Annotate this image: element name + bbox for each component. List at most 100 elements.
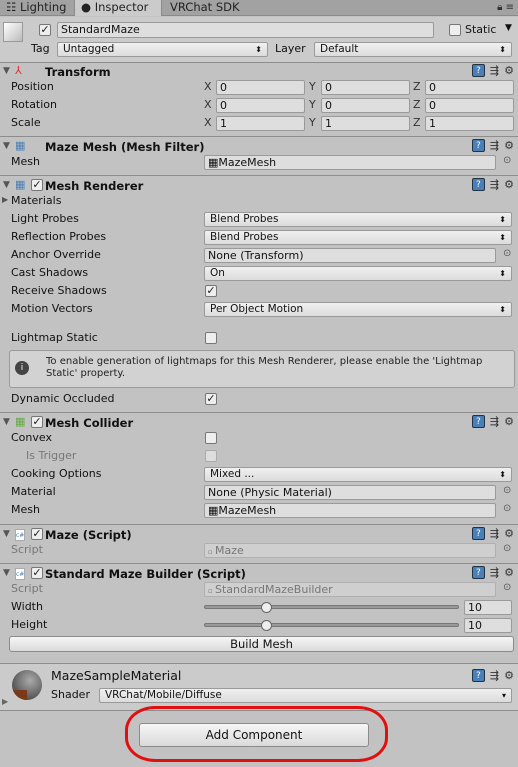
expand-icon[interactable]: ▶ — [2, 697, 8, 706]
height-slider-handle[interactable] — [261, 620, 272, 631]
preset-icon[interactable]: ⇶ — [490, 64, 499, 77]
dynamic-occluded-checkbox[interactable]: ✓ — [205, 393, 217, 405]
tab-lighting[interactable]: ☷ Lighting — [0, 0, 72, 16]
width-slider-handle[interactable] — [261, 602, 272, 613]
position-z-input[interactable]: 0 — [425, 80, 514, 95]
object-picker-icon[interactable]: ⊙ — [503, 155, 511, 166]
help-icon[interactable]: ? — [471, 527, 485, 540]
object-picker-icon[interactable]: ⊙ — [503, 485, 511, 496]
maze-builder-header[interactable]: ▼ c# ✓ Standard Maze Builder (Script) ? ⇶… — [0, 565, 518, 583]
cast-shadows-dropdown[interactable]: On ⬍ — [204, 266, 512, 281]
gameobject-icon[interactable] — [3, 22, 23, 42]
light-probes-dropdown[interactable]: Blend Probes ⬍ — [204, 212, 512, 227]
build-mesh-button[interactable]: Build Mesh — [9, 636, 514, 652]
enabled-checkbox[interactable]: ✓ — [31, 528, 43, 540]
object-picker-icon[interactable]: ⊙ — [503, 582, 511, 593]
preset-icon[interactable]: ⇶ — [490, 415, 499, 428]
help-icon[interactable]: ? — [471, 178, 485, 191]
active-checkbox[interactable]: ✓ — [39, 24, 51, 36]
expand-icon[interactable]: ▶ — [2, 195, 8, 204]
gear-icon[interactable]: ⚙ — [504, 64, 514, 77]
help-icon[interactable]: ? — [471, 139, 485, 152]
height-input[interactable]: 10 — [464, 618, 512, 633]
enabled-checkbox[interactable]: ✓ — [31, 416, 43, 428]
mesh-filter-header[interactable]: ▼ ▦ Maze Mesh (Mesh Filter) ? ⇶ ⚙ — [0, 138, 518, 156]
gear-icon[interactable]: ⚙ — [504, 415, 514, 428]
lightmap-static-checkbox[interactable] — [205, 332, 217, 344]
enabled-checkbox[interactable]: ✓ — [31, 567, 43, 579]
mesh-renderer-header[interactable]: ▼ ▦ ✓ Mesh Renderer ? ⇶ ⚙ — [0, 177, 518, 195]
scale-z-input[interactable]: 1 — [425, 116, 514, 131]
is-trigger-label: Is Trigger — [26, 449, 77, 462]
lock-icon[interactable]: 🔒︎ ≡ — [497, 2, 514, 13]
mesh-collider-header[interactable]: ▼ ▦ ✓ Mesh Collider ? ⇶ ⚙ — [0, 414, 518, 432]
reflection-probes-dropdown[interactable]: Blend Probes ⬍ — [204, 230, 512, 245]
layer-dropdown[interactable]: Default ⬍ — [314, 42, 512, 57]
motion-vectors-dropdown[interactable]: Per Object Motion ⬍ — [204, 302, 512, 317]
collider-mesh-field[interactable]: ▦MazeMesh — [204, 503, 496, 518]
tag-dropdown[interactable]: Untagged ⬍ — [57, 42, 268, 57]
rotation-y-input[interactable]: 0 — [321, 98, 410, 113]
maze-script-header[interactable]: ▼ c# ✓ Maze (Script) ? ⇶ ⚙ — [0, 526, 518, 544]
collapse-icon[interactable]: ▼ — [3, 66, 10, 76]
transform-header[interactable]: ▼ ⅄ Transform ? ⇶ ⚙ — [0, 63, 518, 81]
collapse-icon[interactable]: ▼ — [3, 417, 10, 427]
gear-icon[interactable]: ⚙ — [504, 669, 514, 682]
tab-vrchat-sdk[interactable]: VRChat SDK — [164, 0, 246, 16]
tab-inspector[interactable]: ● Inspector — [74, 0, 162, 16]
cooking-options-dropdown[interactable]: Mixed ... ⬍ — [204, 467, 512, 482]
updown-icon: ⬍ — [499, 45, 506, 54]
preset-icon[interactable]: ⇶ — [490, 669, 499, 682]
position-y-input[interactable]: 0 — [321, 80, 410, 95]
anchor-override-field[interactable]: None (Transform) — [204, 248, 496, 263]
physic-material-field[interactable]: None (Physic Material) — [204, 485, 496, 500]
preset-icon[interactable]: ⇶ — [490, 527, 499, 540]
material-label: Material — [11, 485, 56, 498]
shader-dropdown[interactable]: VRChat/Mobile/Diffuse ▾ — [99, 688, 512, 703]
updown-icon: ⬍ — [499, 233, 506, 242]
collapse-icon[interactable]: ▼ — [3, 529, 10, 539]
gear-icon[interactable]: ⚙ — [504, 178, 514, 191]
gear-icon[interactable]: ⚙ — [504, 527, 514, 540]
divider — [0, 175, 518, 176]
object-picker-icon[interactable]: ⊙ — [503, 543, 511, 554]
preset-icon[interactable]: ⇶ — [490, 139, 499, 152]
preset-icon[interactable]: ⇶ — [490, 178, 499, 191]
position-x-input[interactable]: 0 — [216, 80, 305, 95]
width-input[interactable]: 10 — [464, 600, 512, 615]
gear-icon[interactable]: ⚙ — [504, 566, 514, 579]
materials-foldout[interactable]: Materials — [11, 193, 61, 209]
object-picker-icon[interactable]: ⊙ — [503, 503, 511, 514]
preset-icon[interactable]: ⇶ — [490, 566, 499, 579]
mesh-filter-icon: ▦ — [15, 139, 26, 152]
enabled-checkbox[interactable]: ✓ — [31, 179, 43, 191]
collider-mesh-label: Mesh — [11, 503, 40, 516]
gear-icon[interactable]: ⚙ — [504, 139, 514, 152]
anchor-override-label: Anchor Override — [11, 248, 101, 261]
help-icon[interactable]: ? — [471, 566, 485, 579]
collapse-icon[interactable]: ▼ — [3, 568, 10, 578]
collapse-icon[interactable]: ▼ — [3, 180, 10, 190]
receive-shadows-checkbox[interactable]: ✓ — [205, 285, 217, 297]
scale-y-input[interactable]: 1 — [321, 116, 410, 131]
name-input[interactable]: StandardMaze — [57, 22, 434, 38]
help-icon[interactable]: ? — [471, 64, 485, 77]
height-slider[interactable] — [204, 623, 459, 627]
axis-z-label: Z — [413, 116, 421, 129]
axis-x-label: X — [204, 116, 212, 129]
width-slider[interactable] — [204, 605, 459, 609]
collapse-icon[interactable]: ▼ — [3, 141, 10, 151]
help-icon[interactable]: ? — [471, 415, 485, 428]
scale-x-input[interactable]: 1 — [216, 116, 305, 131]
convex-checkbox[interactable] — [205, 432, 217, 444]
axis-z-label: Z — [413, 98, 421, 111]
mesh-field[interactable]: ▦MazeMesh — [204, 155, 496, 170]
static-dropdown-icon[interactable]: ▼ — [505, 23, 512, 33]
rotation-z-input[interactable]: 0 — [425, 98, 514, 113]
static-checkbox[interactable] — [449, 24, 461, 36]
height-label: Height — [11, 618, 48, 631]
rotation-x-input[interactable]: 0 — [216, 98, 305, 113]
object-picker-icon[interactable]: ⊙ — [503, 248, 511, 259]
help-icon[interactable]: ? — [471, 669, 485, 682]
transform-position-label: Position — [11, 80, 54, 93]
